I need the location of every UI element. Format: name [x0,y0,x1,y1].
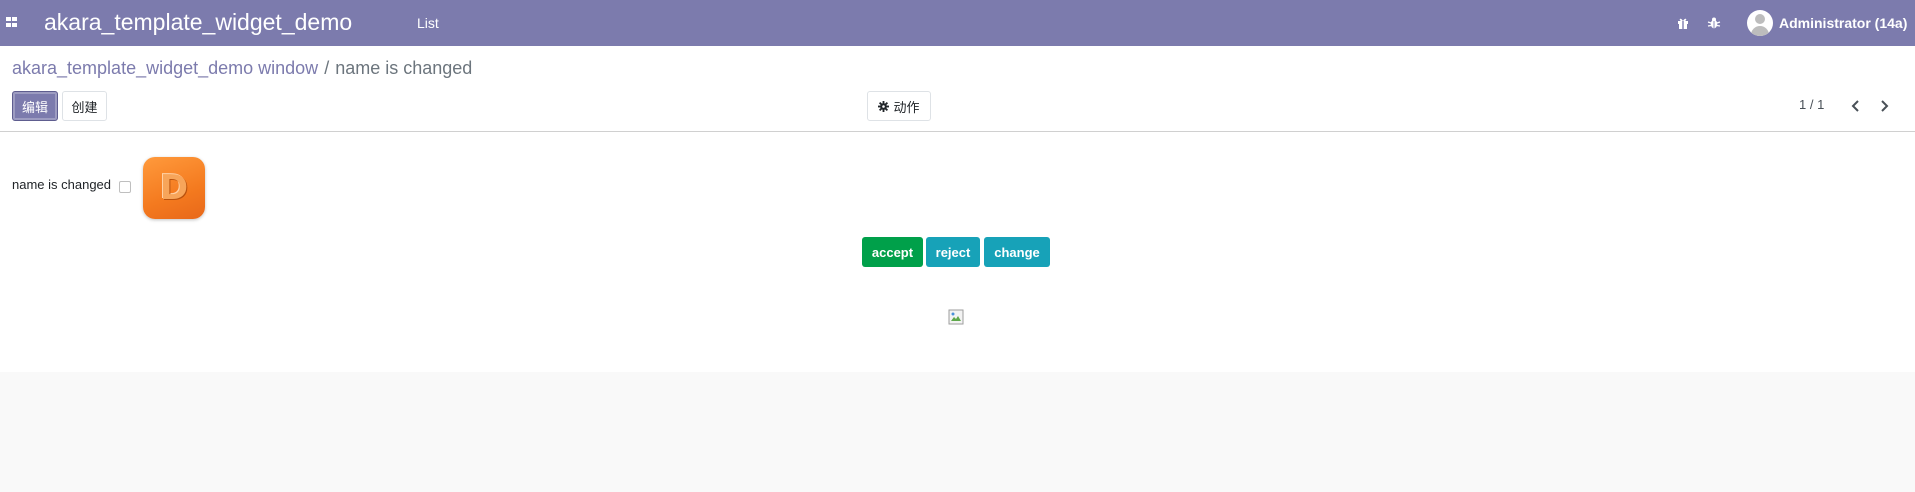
logo-letter: D [159,168,189,208]
form-sheet: name is changed D accept reject change [0,132,1915,372]
apps-grid-icon[interactable] [6,16,18,28]
avatar [1747,10,1773,36]
user-name: Administrator (14a) [1779,15,1908,31]
breadcrumb-current: name is changed [335,58,473,78]
chevron-left-icon[interactable] [1848,98,1864,114]
pager-value[interactable]: 1 / 1 [1799,97,1824,112]
reject-button[interactable]: reject [926,237,980,267]
edit-button[interactable]: 编辑 [12,91,58,121]
app-brand-title: akara_template_widget_demo [44,9,353,35]
chevron-right-icon[interactable] [1876,98,1892,114]
bug-icon[interactable] [1707,16,1721,30]
control-panel: akara_template_widget_demo window / name i… [0,46,1915,132]
top-navbar: akara_template_widget_demo List Administ… [0,0,1915,46]
gear-icon [878,100,890,112]
create-button[interactable]: 创建 [62,91,107,121]
accept-button[interactable]: accept [862,237,923,267]
user-menu[interactable]: Administrator (14a) [1747,10,1907,36]
broken-image-icon [948,309,964,325]
breadcrumb-separator: / [324,58,330,78]
action-dropdown-button[interactable]: 动作 [867,91,931,121]
change-button[interactable]: change [984,237,1050,267]
menu-item-list[interactable]: List [417,15,439,31]
breadcrumb: akara_template_widget_demo window / name i… [12,58,472,79]
field-label: name is changed [12,177,112,192]
app-logo-image: D [143,157,205,219]
gift-icon[interactable] [1676,16,1690,30]
action-label: 动作 [893,99,920,115]
boolean-checkbox[interactable] [119,181,131,193]
breadcrumb-parent-link[interactable]: akara_template_widget_demo window [12,58,318,78]
